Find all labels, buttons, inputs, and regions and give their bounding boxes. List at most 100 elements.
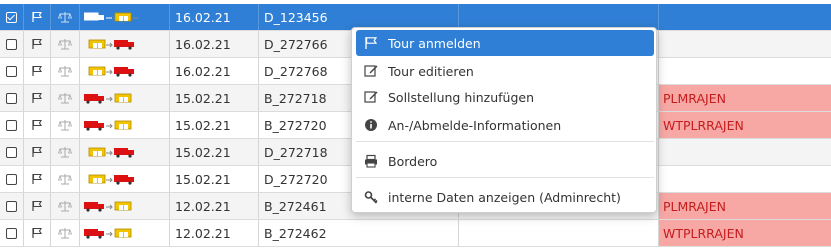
menu-separator [356, 141, 654, 142]
print-icon [365, 154, 377, 168]
note-cell: WTPLRRAJEN [659, 112, 831, 138]
edit-icon [364, 91, 378, 103]
menu-item-tour-anmelden[interactable]: Tour anmelden [356, 30, 654, 56]
route-icon [88, 147, 134, 158]
row-checkbox-cell [0, 85, 24, 111]
date-cell: 16.02.21 [170, 58, 259, 84]
route-cell [80, 85, 170, 111]
flag-icon [32, 119, 42, 130]
flag-icon [32, 173, 42, 184]
route-icon [88, 174, 134, 185]
scale-icon [58, 228, 72, 239]
row-checkbox-cell [0, 31, 24, 57]
scale-cell [51, 139, 80, 165]
menu-item-label: An-/Abmelde-Informationen [388, 117, 562, 133]
menu-separator [356, 177, 654, 178]
scale-icon [58, 174, 72, 185]
menu-item-label: Sollstellung hinzufügen [388, 89, 535, 105]
flag-cell[interactable] [24, 85, 51, 111]
scale-cell [51, 112, 80, 138]
route-icon [84, 93, 132, 104]
scale-icon [58, 201, 72, 212]
menu-item-tour-editieren[interactable]: Tour editieren [356, 58, 654, 84]
flag-icon [32, 11, 42, 22]
menu-item-bordero[interactable]: Bordero [356, 148, 654, 174]
date-cell: 16.02.21 [170, 31, 259, 57]
flag-cell[interactable] [24, 4, 51, 30]
row-checkbox[interactable] [6, 11, 17, 23]
table-row[interactable]: 12.02.21 B_272462 WTPLRRAJEN [0, 220, 831, 247]
row-checkbox-cell [0, 220, 24, 246]
note-cell: PLMRAJEN [659, 85, 831, 111]
route-cell [80, 112, 170, 138]
menu-item-label: interne Daten anzeigen (Adminrecht) [388, 189, 621, 205]
row-checkbox[interactable] [6, 65, 17, 77]
menu-item-an-abmelde-informationen[interactable]: An-/Abmelde-Informationen [356, 112, 654, 138]
route-cell [80, 220, 170, 246]
flag-icon [32, 38, 42, 49]
scale-icon [58, 12, 72, 23]
row-checkbox[interactable] [6, 92, 17, 104]
flag-cell[interactable] [24, 31, 51, 57]
note-cell [659, 4, 831, 30]
date-cell: 12.02.21 [170, 220, 259, 246]
scale-cell [51, 31, 80, 57]
scale-icon [58, 120, 72, 131]
menu-item-label: Tour anmelden [388, 35, 481, 51]
row-checkbox-cell [0, 166, 24, 192]
scale-icon [58, 93, 72, 104]
empty-cell [459, 220, 659, 246]
date-cell: 15.02.21 [170, 166, 259, 192]
row-checkbox-cell [0, 4, 24, 30]
route-icon [84, 228, 132, 239]
row-checkbox[interactable] [6, 173, 17, 185]
menu-item-label: Tour editieren [388, 63, 474, 79]
row-checkbox[interactable] [6, 227, 17, 239]
route-cell [80, 4, 170, 30]
flag-icon [365, 37, 378, 49]
row-checkbox-cell [0, 139, 24, 165]
note-cell [659, 139, 831, 165]
date-cell: 15.02.21 [170, 112, 259, 138]
scale-cell [51, 85, 80, 111]
row-checkbox-cell [0, 193, 24, 219]
menu-item-interne-daten-anzeigen-adminrecht[interactable]: interne Daten anzeigen (Adminrecht) [356, 184, 654, 210]
scale-icon [58, 66, 72, 77]
menu-item-label: Bordero [388, 153, 438, 169]
note-cell: WTPLRRAJEN [659, 220, 831, 246]
flag-icon [32, 92, 42, 103]
route-cell [80, 139, 170, 165]
flag-cell[interactable] [24, 166, 51, 192]
flag-cell[interactable] [24, 139, 51, 165]
route-cell [80, 193, 170, 219]
row-checkbox[interactable] [6, 119, 17, 131]
route-icon [84, 12, 138, 21]
scale-cell [51, 4, 80, 30]
key-icon [364, 191, 378, 204]
scale-icon [58, 147, 72, 158]
flag-cell[interactable] [24, 112, 51, 138]
scale-cell [51, 166, 80, 192]
menu-item-sollstellung-hinzuf-gen[interactable]: Sollstellung hinzufügen [356, 84, 654, 110]
route-icon [84, 201, 132, 212]
date-cell: 15.02.21 [170, 139, 259, 165]
row-checkbox-cell [0, 58, 24, 84]
scale-cell [51, 58, 80, 84]
flag-icon [32, 146, 42, 157]
flag-icon [32, 200, 42, 211]
info-icon [365, 119, 377, 131]
edit-icon [364, 65, 378, 77]
row-checkbox[interactable] [6, 200, 17, 212]
date-cell: 15.02.21 [170, 85, 259, 111]
row-checkbox[interactable] [6, 38, 17, 50]
note-cell: PLMRAJEN [659, 193, 831, 219]
row-checkbox[interactable] [6, 146, 17, 158]
date-cell: 12.02.21 [170, 193, 259, 219]
scale-cell [51, 220, 80, 246]
flag-cell[interactable] [24, 58, 51, 84]
tour-id-cell: B_272462 [259, 220, 459, 246]
note-cell [659, 31, 831, 57]
flag-cell[interactable] [24, 193, 51, 219]
flag-cell[interactable] [24, 220, 51, 246]
route-cell [80, 166, 170, 192]
